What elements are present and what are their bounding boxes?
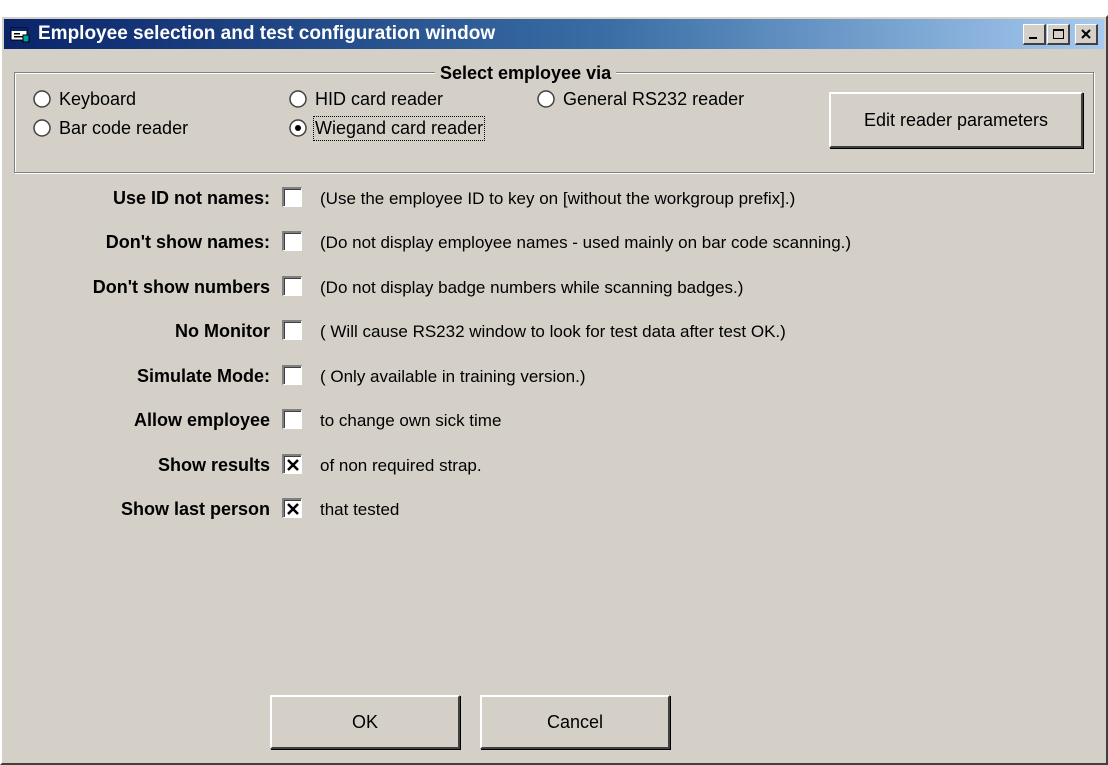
- radio-general-rs232-reader[interactable]: General RS232 reader: [537, 87, 744, 111]
- option-label: Use ID not names:: [112, 188, 270, 208]
- close-icon: [1081, 29, 1091, 39]
- option-label: Don't show names:: [105, 232, 270, 252]
- option-label: Don't show numbers: [92, 277, 270, 297]
- radio-label: Wiegand card reader: [312, 115, 486, 141]
- option-description: (Do not display badge numbers while scan…: [320, 278, 744, 297]
- option-description: (Use the employee ID to key on [without …: [320, 189, 796, 208]
- option-description: of non required strap.: [320, 456, 482, 475]
- option-dont-show-names: Don't show names: (Do not display employ…: [2, 228, 1102, 256]
- maximize-icon: [1053, 29, 1064, 39]
- radio-button-icon: [289, 90, 307, 108]
- select-employee-group: Select employee via Keyboard Bar code re…: [14, 63, 1094, 173]
- check-mark-icon: [287, 503, 299, 515]
- app-icon[interactable]: [10, 25, 30, 43]
- radio-bar-code-reader[interactable]: Bar code reader: [33, 116, 188, 140]
- cancel-button[interactable]: Cancel: [480, 695, 670, 749]
- show-last-person-checkbox[interactable]: [282, 498, 302, 518]
- edit-reader-parameters-button[interactable]: Edit reader parameters: [829, 92, 1083, 148]
- option-description: (Do not display employee names - used ma…: [320, 233, 852, 252]
- allow-employee-checkbox[interactable]: [282, 409, 302, 429]
- radio-button-selected-icon: [289, 119, 307, 137]
- option-description: that tested: [320, 500, 400, 519]
- option-label: Simulate Mode:: [136, 366, 270, 386]
- option-use-id-not-names: Use ID not names: (Use the employee ID t…: [2, 184, 1102, 212]
- dont-show-names-checkbox[interactable]: [282, 231, 302, 251]
- use-id-not-names-checkbox[interactable]: [282, 187, 302, 207]
- option-description: ( Will cause RS232 window to look for te…: [320, 322, 786, 341]
- option-label: Show last person: [120, 499, 270, 519]
- radio-label: Bar code reader: [59, 117, 189, 138]
- title-bar[interactable]: Employee selection and test configuratio…: [4, 19, 1104, 49]
- group-legend: Select employee via: [435, 63, 617, 83]
- maximize-button[interactable]: [1047, 24, 1070, 45]
- radio-wiegand-card-reader[interactable]: Wiegand card reader: [289, 115, 486, 141]
- option-label: No Monitor: [175, 321, 270, 341]
- radio-button-icon: [33, 90, 51, 108]
- option-label: Allow employee: [133, 410, 270, 430]
- show-results-checkbox[interactable]: [282, 454, 302, 474]
- dialog-window: Employee selection and test configuratio…: [0, 15, 1108, 765]
- radio-hid-card-reader[interactable]: HID card reader: [289, 87, 443, 111]
- option-no-monitor: No Monitor ( Will cause RS232 window to …: [2, 317, 1102, 345]
- option-simulate-mode: Simulate Mode: ( Only available in train…: [2, 362, 1102, 390]
- ok-button[interactable]: OK: [270, 695, 460, 749]
- radio-keyboard[interactable]: Keyboard: [33, 87, 136, 111]
- minimize-icon: [1029, 37, 1037, 39]
- close-button[interactable]: [1075, 24, 1098, 45]
- radio-label: HID card reader: [315, 88, 444, 109]
- radio-button-icon: [537, 90, 555, 108]
- minimize-button[interactable]: [1023, 24, 1046, 45]
- simulate-mode-checkbox[interactable]: [282, 365, 302, 385]
- check-mark-icon: [287, 459, 299, 471]
- option-show-last-person: Show last person that tested: [2, 495, 1102, 523]
- option-show-results: Show results of non required strap.: [2, 451, 1102, 479]
- radio-label: General RS232 reader: [563, 88, 745, 109]
- option-dont-show-numbers: Don't show numbers (Do not display badge…: [2, 273, 1102, 301]
- option-label: Show results: [157, 455, 270, 475]
- radio-button-icon: [33, 119, 51, 137]
- option-allow-employee: Allow employee to change own sick time: [2, 406, 1102, 434]
- window-title: Employee selection and test configuratio…: [38, 23, 496, 44]
- dont-show-numbers-checkbox[interactable]: [282, 276, 302, 296]
- no-monitor-checkbox[interactable]: [282, 320, 302, 340]
- radio-label: Keyboard: [59, 88, 137, 109]
- option-description: ( Only available in training version.): [320, 367, 586, 386]
- option-description: to change own sick time: [320, 411, 502, 430]
